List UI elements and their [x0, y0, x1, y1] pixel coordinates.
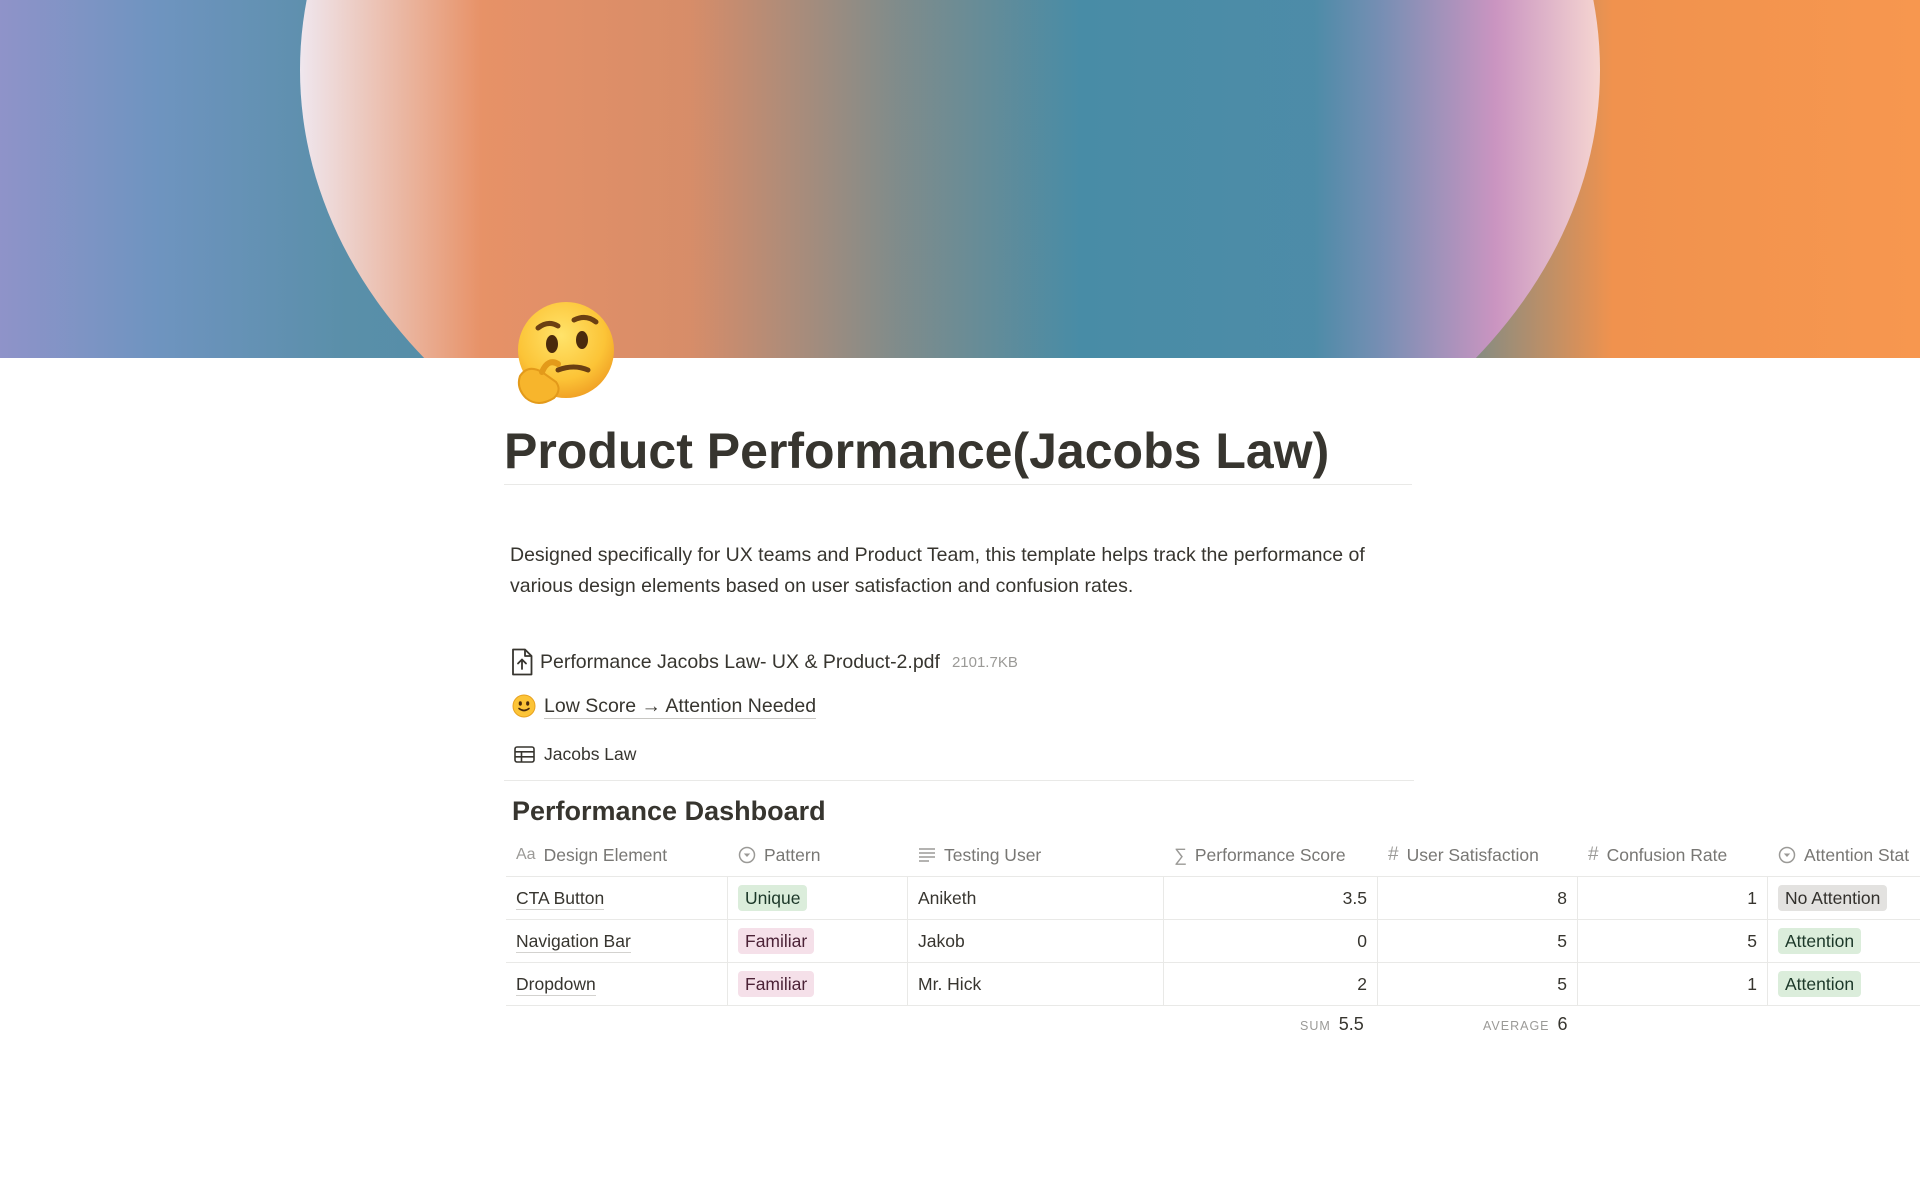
attention-tag: Attention [1778, 971, 1862, 997]
cell-attention-status[interactable]: Attention [1768, 963, 1920, 1005]
calc-value: 5.5 [1338, 1014, 1364, 1034]
pattern-tag: Familiar [738, 928, 815, 954]
cell-performance-score[interactable]: 0 [1164, 920, 1378, 962]
column-header-testing-user[interactable]: Testing User [908, 834, 1164, 876]
thinking-face-emoji-icon[interactable] [508, 298, 620, 410]
cover-gradient-orb [300, 0, 1600, 358]
cell-user-satisfaction[interactable]: 8 [1378, 877, 1578, 919]
cell-design-element[interactable]: Navigation Bar [506, 920, 728, 962]
column-header-pattern[interactable]: Pattern [728, 834, 908, 876]
pattern-tag: Unique [738, 885, 808, 911]
page-link-label[interactable]: Low Score → Attention Needed [544, 694, 817, 719]
file-upload-icon [510, 648, 534, 676]
column-header-confusion-rate[interactable]: # Confusion Rate [1578, 834, 1768, 876]
performance-table: Aa Design Element Pattern Testing User ∑… [506, 834, 1920, 1006]
dashboard-title[interactable]: Performance Dashboard [512, 793, 826, 829]
cell-design-element[interactable]: Dropdown [506, 963, 728, 1005]
calc-label: AVERAGE [1483, 1019, 1550, 1033]
cell-pattern[interactable]: Familiar [728, 963, 908, 1005]
cell-testing-user[interactable]: Aniketh [908, 877, 1164, 919]
calculation-sum[interactable]: SUM 5.5 [1300, 1014, 1364, 1035]
column-label: Attention Stat [1804, 844, 1910, 865]
column-label: Design Element [543, 844, 668, 865]
column-label: Testing User [944, 844, 1042, 865]
table-icon [514, 745, 535, 763]
row-title[interactable]: Dropdown [516, 973, 596, 996]
column-label: Performance Score [1194, 844, 1346, 865]
calc-value: 6 [1557, 1014, 1568, 1034]
row-title[interactable]: Navigation Bar [516, 930, 631, 953]
table-header: Aa Design Element Pattern Testing User ∑… [506, 834, 1920, 877]
table-row[interactable]: Navigation Bar Familiar Jakob 0 5 5 Atte… [506, 920, 1920, 963]
cell-attention-status[interactable]: Attention [1768, 920, 1920, 962]
column-header-design-element[interactable]: Aa Design Element [506, 834, 728, 876]
page-title[interactable]: Product Performance(Jacobs Law) [504, 418, 1412, 485]
file-size: 2101.7KB [951, 653, 1018, 671]
cell-design-element[interactable]: CTA Button [506, 877, 728, 919]
cell-performance-score[interactable]: 3.5 [1164, 877, 1378, 919]
text-lines-icon [918, 847, 936, 863]
table-row[interactable]: CTA Button Unique Aniketh 3.5 8 1 No Att… [506, 877, 1920, 920]
hash-number-icon: # [1588, 844, 1599, 865]
hash-number-icon: # [1388, 844, 1399, 865]
page-description[interactable]: Designed specifically for UX teams and P… [510, 540, 1410, 602]
cell-pattern[interactable]: Unique [728, 877, 908, 919]
file-attachment[interactable]: Performance Jacobs Law- UX & Product-2.p… [510, 646, 1018, 678]
page-cover-image [0, 0, 1920, 358]
title-aa-icon: Aa [516, 846, 536, 863]
column-header-attention-status[interactable]: Attention Stat [1768, 834, 1920, 876]
cell-attention-status[interactable]: No Attention [1768, 877, 1920, 919]
column-label: Pattern [764, 844, 821, 865]
database-link-label: Jacobs Law [544, 743, 637, 764]
cell-user-satisfaction[interactable]: 5 [1378, 963, 1578, 1005]
pattern-tag: Familiar [738, 971, 815, 997]
column-label: User Satisfaction [1406, 844, 1539, 865]
cell-confusion-rate[interactable]: 1 [1578, 963, 1768, 1005]
select-icon [1778, 846, 1796, 864]
select-icon [738, 846, 756, 864]
cell-performance-score[interactable]: 2 [1164, 963, 1378, 1005]
cell-pattern[interactable]: Familiar [728, 920, 908, 962]
attention-tag: No Attention [1778, 885, 1888, 911]
database-link-jacobs-law[interactable]: Jacobs Law [514, 739, 636, 769]
cell-user-satisfaction[interactable]: 5 [1378, 920, 1578, 962]
cell-testing-user[interactable]: Mr. Hick [908, 963, 1164, 1005]
attention-tag: Attention [1778, 928, 1862, 954]
slightly-smiling-face-icon [512, 694, 536, 718]
page-link-low-score[interactable]: Low Score → Attention Needed [512, 691, 817, 721]
divider [504, 780, 1414, 781]
calculation-average[interactable]: AVERAGE 6 [1483, 1014, 1568, 1035]
calc-label: SUM [1300, 1019, 1331, 1033]
cell-testing-user[interactable]: Jakob [908, 920, 1164, 962]
column-header-performance-score[interactable]: ∑ Performance Score [1164, 834, 1378, 876]
row-title[interactable]: CTA Button [516, 887, 605, 910]
sigma-formula-icon: ∑ [1174, 844, 1187, 865]
table-row[interactable]: Dropdown Familiar Mr. Hick 2 5 1 Attenti… [506, 963, 1920, 1006]
column-label: Confusion Rate [1606, 844, 1728, 865]
cell-confusion-rate[interactable]: 1 [1578, 877, 1768, 919]
column-header-user-satisfaction[interactable]: # User Satisfaction [1378, 834, 1578, 876]
cell-confusion-rate[interactable]: 5 [1578, 920, 1768, 962]
file-name: Performance Jacobs Law- UX & Product-2.p… [540, 650, 940, 673]
